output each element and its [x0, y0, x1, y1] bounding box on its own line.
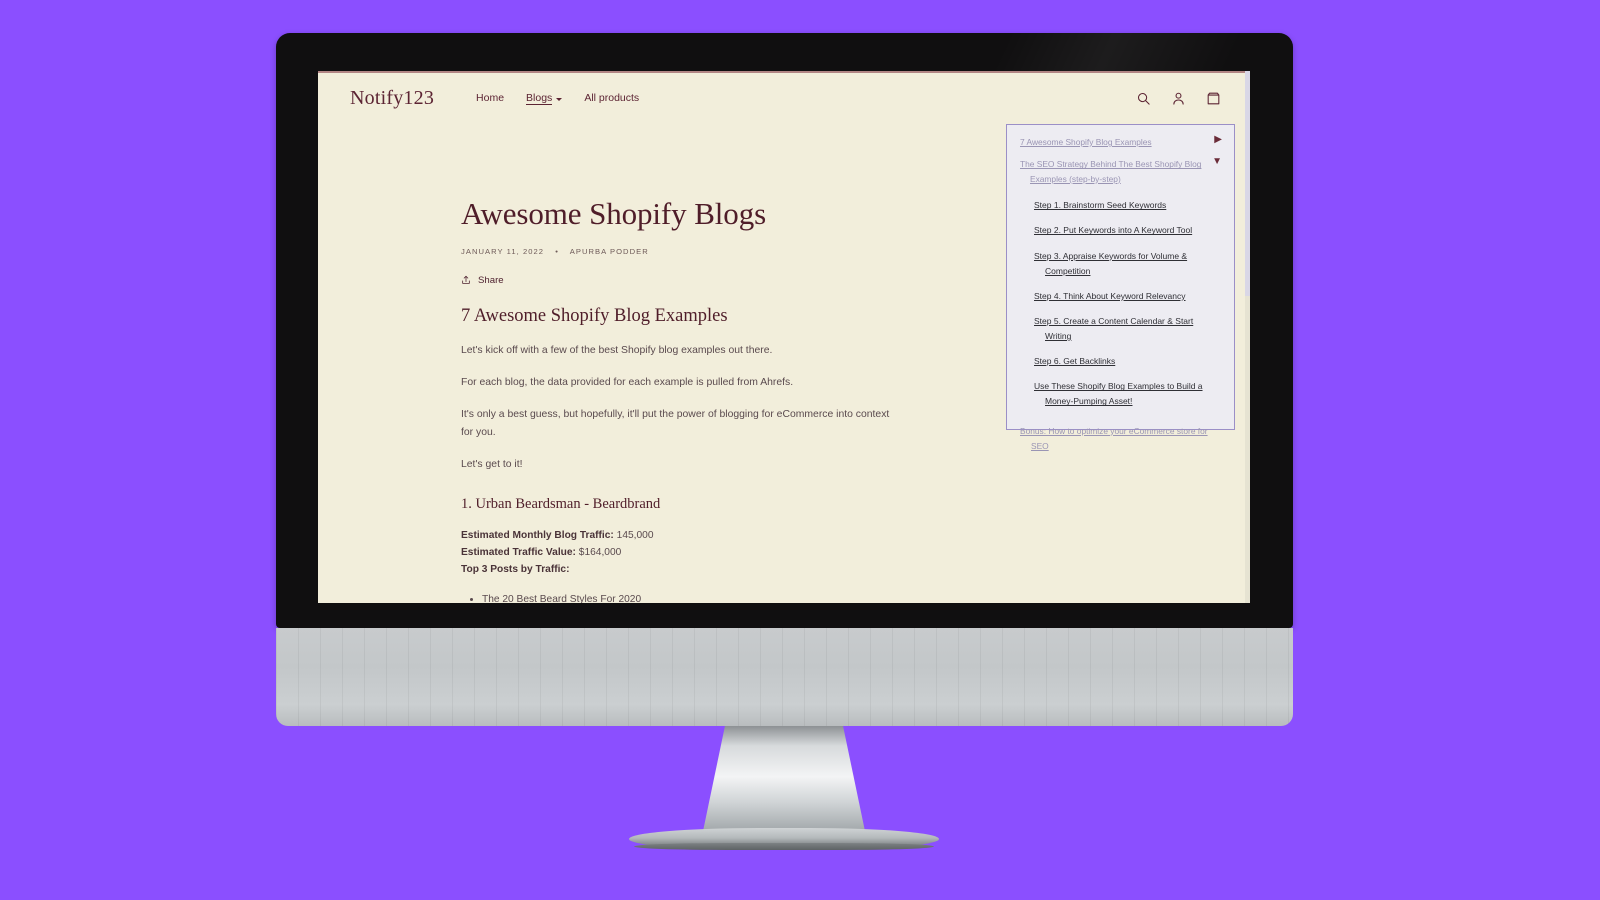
stat-label-topposts: Top 3 Posts by Traffic: [461, 564, 570, 576]
toc-step-6-label: Step 6. Get Backlinks [1034, 356, 1116, 367]
toc-bonus-label: Bonus: How to optimize your eCommerce st… [1020, 425, 1208, 436]
nav-item-blogs-label: Blogs [526, 91, 553, 105]
stat-row: Estimated Monthly Blog Traffic: 145,000 [461, 527, 1250, 544]
toc-step-2-label: Step 2. Put Keywords into A Keyword Tool [1034, 225, 1193, 236]
nav-item-home-label: Home [476, 92, 505, 104]
toc-step-4[interactable]: Step 4. Think About Keyword Relevancy [1020, 289, 1222, 304]
toc-bonus-label-line2: SEO [1031, 440, 1049, 451]
article-date: JANUARY 11, 2022 [461, 246, 545, 256]
toc-step-4-label: Step 4. Think About Keyword Relevancy [1034, 290, 1186, 301]
stats-block: Estimated Monthly Blog Traffic: 145,000 … [461, 527, 1250, 578]
chevron-right-icon[interactable]: ▶ [1214, 135, 1222, 145]
toc-top-entry-2-label-line2: Examples (step-by-step) [1030, 173, 1121, 184]
browser-viewport: Notify123 Home Blogs All products Awesom… [318, 71, 1250, 603]
site-header: Notify123 Home Blogs All products [318, 73, 1245, 123]
nav-item-all-products-label: All products [584, 92, 640, 104]
imac-stand-base-edge [634, 843, 934, 850]
bezel-sheen [823, 33, 1293, 75]
header-icon-group [1136, 91, 1221, 106]
paragraph-1: Let's kick off with a few of the best Sh… [461, 344, 773, 356]
paragraph-4: Let's get to it! [461, 459, 523, 471]
toc-top-entry-1[interactable]: 7 Awesome Shopify Blog Examples ▶ [1020, 135, 1222, 149]
chevron-down-icon-toc[interactable]: ▼ [1212, 157, 1222, 167]
stat-row: Top 3 Posts by Traffic: [461, 561, 1250, 578]
stat-row: Estimated Traffic Value: $164,000 [461, 544, 1250, 561]
desktop-scene: Notify123 Home Blogs All products Awesom… [0, 0, 1600, 900]
toc-step-2[interactable]: Step 2. Put Keywords into A Keyword Tool [1020, 223, 1222, 238]
cart-icon[interactable] [1206, 91, 1221, 106]
toc-top-entry-2-label: The SEO Strategy Behind The Best Shopify… [1020, 159, 1202, 170]
stat-label-value: Estimated Traffic Value: [461, 547, 576, 559]
section-heading-h3: 1. Urban Beardsman - Beardbrand [461, 495, 661, 512]
top-posts-list: The 20 Best Beard Styles For 2020 How To… [482, 591, 1250, 603]
stat-value-traffic: 145,000 [616, 529, 654, 541]
top-post-link-1: The 20 Best Beard Styles For 2020 [482, 594, 642, 603]
nav-item-home[interactable]: Home [476, 92, 504, 104]
main-nav: Home Blogs All products [476, 92, 639, 105]
table-of-contents: 7 Awesome Shopify Blog Examples ▶ The SE… [1006, 124, 1235, 451]
toc-step-3[interactable]: Step 3. Appraise Keywords for Volume & C… [1020, 249, 1222, 279]
toc-step-7-label-line2: Money-Pumping Asset! [1045, 396, 1133, 407]
list-item[interactable]: The 20 Best Beard Styles For 2020 [482, 591, 1250, 603]
toc-step-1[interactable]: Step 1. Brainstorm Seed Keywords [1020, 198, 1222, 213]
stat-value-value: $164,000 [578, 547, 622, 559]
chevron-down-icon [556, 97, 563, 101]
toc-step-3-label-line2: Competition [1045, 265, 1091, 276]
share-icon [461, 275, 471, 285]
toc-step-7-label: Use These Shopify Blog Examples to Build… [1034, 381, 1203, 392]
article-author: APURBA PODDER [569, 246, 649, 256]
toc-step-5-label: Step 5. Create a Content Calendar & Star… [1034, 315, 1194, 326]
toc-step-1-label: Step 1. Brainstorm Seed Keywords [1034, 200, 1167, 211]
paragraph-2: For each blog, the data provided for eac… [461, 377, 794, 389]
toc-bonus-entry[interactable]: Bonus: How to optimize your eCommerce st… [1020, 421, 1222, 454]
imac-stand-neck [702, 726, 866, 836]
stat-label-traffic: Estimated Monthly Blog Traffic: [461, 529, 614, 541]
toc-step-list: Step 1. Brainstorm Seed Keywords Step 2.… [1020, 198, 1222, 409]
meta-separator: • [555, 246, 559, 256]
nav-item-blogs[interactable]: Blogs [526, 91, 563, 105]
toc-step-6[interactable]: Step 6. Get Backlinks [1020, 354, 1222, 369]
search-icon[interactable] [1136, 91, 1151, 106]
share-label: Share [478, 274, 504, 286]
toc-step-5-label-line2: Writing [1045, 331, 1072, 342]
imac-chin [276, 628, 1293, 726]
paragraph-3: It's only a best guess, but hopefully, i… [461, 409, 890, 438]
account-icon[interactable] [1171, 91, 1186, 106]
toc-top-entry-1-label: 7 Awesome Shopify Blog Examples [1020, 137, 1152, 147]
toc-step-3-label: Step 3. Appraise Keywords for Volume & [1034, 250, 1188, 261]
toc-step-5[interactable]: Step 5. Create a Content Calendar & Star… [1020, 314, 1222, 344]
toc-top-entry-2[interactable]: The SEO Strategy Behind The Best Shopify… [1020, 157, 1222, 186]
nav-item-all-products[interactable]: All products [584, 92, 639, 104]
toc-step-7[interactable]: Use These Shopify Blog Examples to Build… [1020, 379, 1222, 409]
site-logo[interactable]: Notify123 [350, 87, 434, 110]
